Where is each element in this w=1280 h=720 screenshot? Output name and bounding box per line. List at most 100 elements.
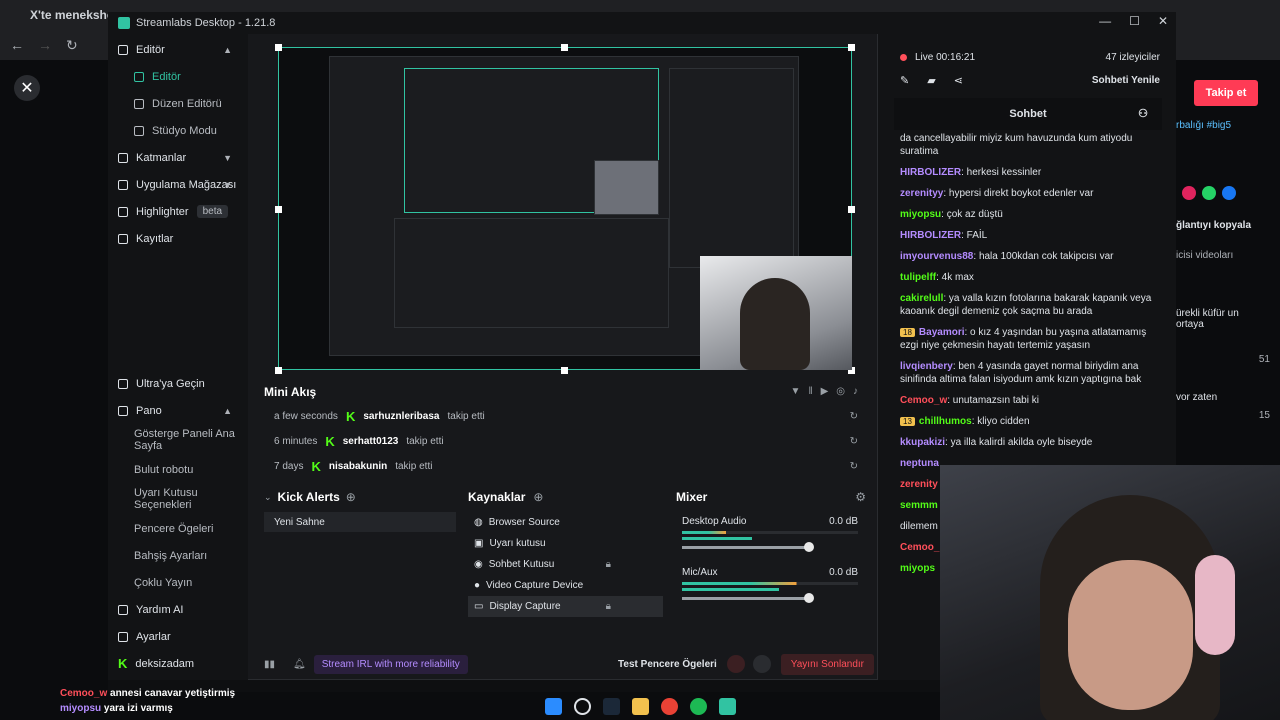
- browser-tab[interactable]: X'te menekshe: [30, 8, 114, 22]
- source-item[interactable]: ▣ Uyarı kutusu: [468, 533, 663, 554]
- whatsapp-icon[interactable]: [1202, 186, 1216, 200]
- add-source-icon[interactable]: ⊕: [533, 490, 543, 504]
- replay-icon[interactable]: ↻: [850, 411, 858, 422]
- stats-icon[interactable]: ▮▮: [264, 659, 275, 670]
- add-scene-icon[interactable]: ⊕: [346, 490, 356, 504]
- chrome-icon[interactable]: [661, 698, 678, 715]
- chat-username[interactable]: zerenity: [900, 479, 938, 490]
- sidebar-item-layers[interactable]: Katmanlar ▼: [108, 144, 248, 171]
- volume-slider[interactable]: [682, 593, 814, 603]
- copy-link-text[interactable]: ğlantıyı kopyala: [1176, 220, 1251, 231]
- resize-handle[interactable]: [275, 206, 282, 213]
- spotify-icon[interactable]: [690, 698, 707, 715]
- slider-knob[interactable]: [804, 593, 814, 603]
- sidebar-item-studio-mode[interactable]: Stüdyo Modu: [108, 117, 248, 144]
- source-item[interactable]: ◍ Browser Source: [468, 512, 663, 533]
- follow-button[interactable]: Takip et: [1194, 80, 1258, 106]
- sidebar-item-ultra[interactable]: Ultra'ya Geçin: [108, 370, 248, 397]
- resize-handle[interactable]: [275, 367, 282, 374]
- chat-username[interactable]: miyops: [900, 563, 935, 574]
- chat-username[interactable]: Cemoo_: [900, 542, 939, 553]
- feed-controls[interactable]: ▼‖▶◎♪: [791, 386, 866, 397]
- sidebar-item-alertbox-settings[interactable]: Uyarı Kutusu Seçenekleri: [108, 483, 248, 515]
- mixer-channel: Desktop Audio 0.0 dB: [676, 516, 866, 552]
- resize-handle[interactable]: [848, 44, 855, 51]
- gear-icon[interactable]: ⚙: [855, 490, 866, 504]
- refresh-chat-button[interactable]: Sohbeti Yenile: [1092, 75, 1160, 86]
- facebook-icon[interactable]: [1222, 186, 1236, 200]
- close-icon[interactable]: ✕: [14, 75, 40, 101]
- chat-username[interactable]: zerenityy: [900, 188, 943, 199]
- stream-irl-banner[interactable]: Stream IRL with more reliability: [313, 654, 468, 674]
- chat-username[interactable]: miyopsu: [900, 209, 941, 220]
- search-icon[interactable]: [574, 698, 591, 715]
- sidebar-item-dashboard-home[interactable]: Gösterge Paneli Ana Sayfa: [108, 424, 248, 456]
- sidebar-item-dashboard[interactable]: Pano ▲: [108, 397, 248, 424]
- kick-account-icon: K: [118, 656, 128, 671]
- source-item[interactable]: ▭ Display Capture 🔒︎: [468, 596, 663, 617]
- share-icon[interactable]: ⋖: [954, 74, 963, 87]
- chat-username[interactable]: cakirelull: [900, 293, 943, 304]
- sidebar-item-cloudbot[interactable]: Bulut robotu: [108, 456, 248, 483]
- test-widgets-button[interactable]: Test Pencere Ögeleri: [618, 659, 717, 670]
- replay-icon[interactable]: ↻: [850, 461, 858, 472]
- pinterest-icon[interactable]: [1182, 186, 1196, 200]
- chat-username[interactable]: livqienbery: [900, 361, 953, 372]
- sidebar-item-app-store[interactable]: Uygulama Mağazası ▼: [108, 171, 248, 198]
- source-item[interactable]: ● Video Capture Device: [468, 575, 663, 596]
- chat-username[interactable]: Cemoo_w: [900, 395, 947, 406]
- end-stream-button[interactable]: Yayını Sonlandır: [780, 653, 874, 675]
- scene-item[interactable]: Yeni Sahne: [264, 512, 456, 532]
- chat-username[interactable]: semmm: [900, 500, 938, 511]
- chat-username[interactable]: neptuna: [900, 458, 939, 469]
- reload-icon[interactable]: ↻: [66, 37, 78, 54]
- file-explorer-icon[interactable]: [632, 698, 649, 715]
- windows-start-icon[interactable]: [545, 698, 562, 715]
- chat-username[interactable]: chillhumos: [919, 416, 972, 427]
- lock-icon[interactable]: 🔒︎: [606, 559, 611, 570]
- slider-knob[interactable]: [804, 542, 814, 552]
- sidebar-item-multistream[interactable]: Çoklu Yayın: [108, 569, 248, 596]
- steam-icon[interactable]: [603, 698, 620, 715]
- back-icon[interactable]: ←: [10, 37, 24, 53]
- resize-handle[interactable]: [275, 44, 282, 51]
- minimize-icon[interactable]: —: [1099, 14, 1111, 28]
- window-close-icon[interactable]: ✕: [1158, 14, 1168, 28]
- webcam-overlay: [940, 465, 1280, 720]
- lock-icon[interactable]: 🔒︎: [606, 601, 611, 612]
- sidebar-item-editor-sub[interactable]: Editör: [108, 63, 248, 90]
- pencil-icon[interactable]: ✎: [900, 74, 909, 87]
- record-button[interactable]: [726, 655, 745, 673]
- sidebar-item-widgets[interactable]: Pencere Ögeleri: [108, 515, 248, 542]
- sidebar-item-help-ai[interactable]: Yardım AI: [108, 596, 248, 623]
- source-item[interactable]: ◉ Sohbet Kutusu 🔒︎: [468, 554, 663, 575]
- volume-slider[interactable]: [682, 542, 814, 552]
- maximize-icon[interactable]: ☐: [1129, 14, 1140, 28]
- resize-handle[interactable]: [561, 367, 568, 374]
- streamlabs-taskbar-icon[interactable]: [719, 698, 736, 715]
- notification-icon[interactable]: 🔔︎: [293, 659, 306, 670]
- chat-username[interactable]: HIRBOLIZER: [900, 167, 961, 178]
- users-icon[interactable]: ⚇: [1138, 107, 1148, 120]
- preview-nested-panels: [394, 218, 669, 328]
- sidebar-item-editor[interactable]: Editör ▲: [108, 36, 248, 63]
- sidebar-item-layout-editor[interactable]: Düzen Editörü: [108, 90, 248, 117]
- folder-icon[interactable]: ▰: [927, 74, 935, 87]
- chevron-down-icon[interactable]: ⌄: [264, 492, 272, 503]
- chat-username[interactable]: imyourvenus88: [900, 251, 973, 262]
- replay-icon[interactable]: ↻: [850, 436, 858, 447]
- sidebar-item-recordings[interactable]: Kayıtlar: [108, 225, 248, 252]
- sidebar-item-settings[interactable]: Ayarlar: [108, 623, 248, 650]
- sidebar-item-account[interactable]: Kdeksizadam: [108, 650, 248, 677]
- chevron-down-icon: ▼: [223, 152, 232, 163]
- forward-icon[interactable]: →: [38, 37, 52, 53]
- resize-handle[interactable]: [561, 44, 568, 51]
- sidebar-item-highlighter[interactable]: Highlighter beta: [108, 198, 248, 225]
- sidebar-item-tip-settings[interactable]: Bahşiş Ayarları: [108, 542, 248, 569]
- replay-buffer-button[interactable]: [752, 655, 771, 673]
- resize-handle[interactable]: [848, 206, 855, 213]
- chat-username[interactable]: kkupakizi: [900, 437, 945, 448]
- chat-username[interactable]: tulipelff: [900, 272, 936, 283]
- chat-username[interactable]: Bayamori: [919, 327, 965, 338]
- chat-username[interactable]: HIRBOLIZER: [900, 230, 961, 241]
